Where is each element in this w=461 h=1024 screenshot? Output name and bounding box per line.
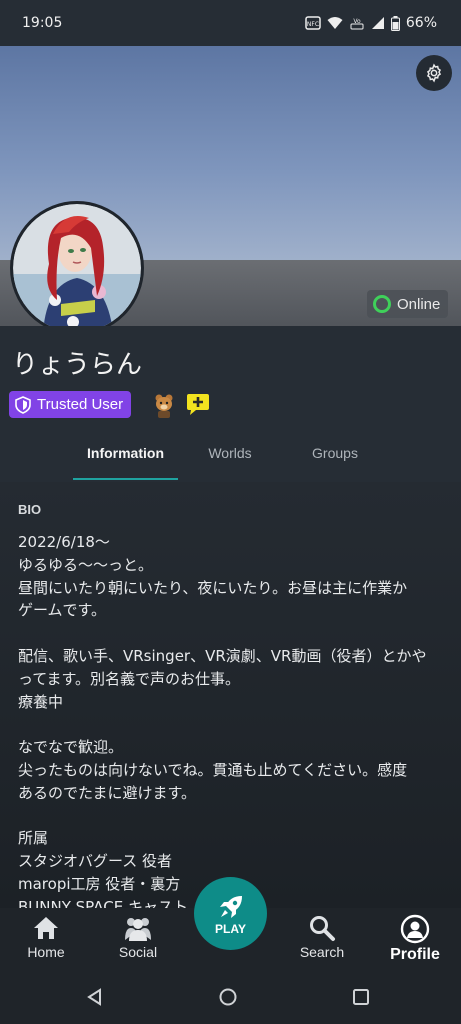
search-icon <box>310 916 335 941</box>
play-label: PLAY <box>215 921 246 936</box>
svg-text:NFC: NFC <box>307 21 319 28</box>
nav-search[interactable]: Search <box>298 914 346 960</box>
avatar[interactable] <box>10 201 144 335</box>
tab-information[interactable]: Information <box>73 434 178 472</box>
profile-username: りょうらん <box>12 350 143 380</box>
home-circle-icon[interactable] <box>219 988 237 1006</box>
tab-worlds[interactable]: Worlds <box>190 434 270 472</box>
shield-icon <box>15 395 31 414</box>
bio-heading: BIO <box>18 502 42 517</box>
nav-social[interactable]: Social <box>116 914 160 960</box>
signal-icon <box>371 17 384 29</box>
battery-percent: 66% <box>405 15 437 31</box>
recents-icon[interactable] <box>352 988 370 1006</box>
back-icon[interactable] <box>86 988 104 1006</box>
nav-home-label: Home <box>27 944 65 960</box>
status-icons: NFC Vo 66% <box>305 15 437 31</box>
nav-search-label: Search <box>299 944 345 960</box>
system-navigation-bar <box>0 972 461 1024</box>
nav-profile[interactable]: Profile <box>388 914 442 964</box>
online-status-badge: Online <box>367 290 449 318</box>
rocket-icon <box>219 895 242 918</box>
plus-chat-badge-icon[interactable] <box>184 391 212 419</box>
settings-button[interactable] <box>416 55 452 91</box>
nav-home[interactable]: Home <box>24 914 68 960</box>
trust-rank-label: Trusted User <box>37 396 124 413</box>
information-panel[interactable]: BIO 2022/6/18〜 ゆるゆる〜〜っと。 昼間にいたり朝にいたり、夜にい… <box>0 482 461 908</box>
home-icon <box>34 917 58 939</box>
trust-rank-badge[interactable]: Trusted User <box>9 391 132 418</box>
online-status-label: Online <box>397 295 441 313</box>
avatar-image <box>13 204 141 332</box>
battery-icon <box>390 15 400 31</box>
bear-badge-icon[interactable] <box>150 391 178 419</box>
status-time: 19:05 <box>22 15 63 31</box>
nav-profile-label: Profile <box>390 946 440 963</box>
gear-icon <box>426 63 442 83</box>
profile-tabs: Information Worlds Groups <box>0 434 461 482</box>
status-bar: 19:05 NFC Vo 66% <box>0 0 461 46</box>
people-icon <box>125 918 151 941</box>
nfc-icon: NFC <box>305 16 321 30</box>
volte-icon: Vo <box>350 18 364 30</box>
tab-groups[interactable]: Groups <box>290 434 380 472</box>
wifi-icon <box>327 17 343 29</box>
active-tab-indicator <box>73 478 178 480</box>
online-indicator-icon <box>373 295 391 313</box>
play-button[interactable]: PLAY <box>194 877 267 950</box>
bio-text: 2022/6/18〜 ゆるゆる〜〜っと。 昼間にいたり朝にいたり、夜にいたり。お… <box>18 533 427 908</box>
nav-social-label: Social <box>118 944 158 960</box>
profile-icon <box>400 914 430 944</box>
